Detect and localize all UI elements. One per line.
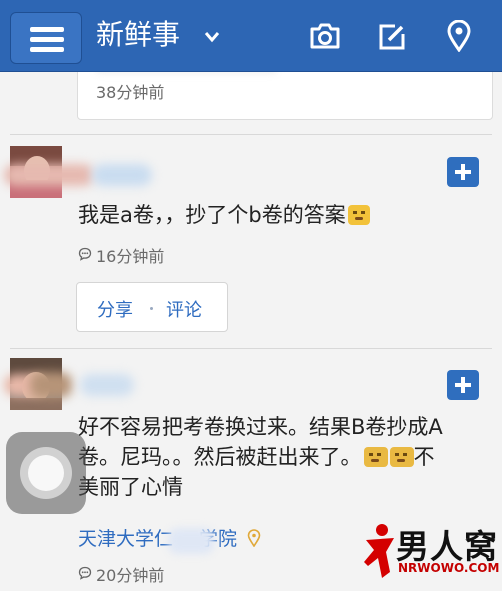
post-meta: 20分钟前 (78, 562, 164, 586)
location-blurred (168, 528, 214, 554)
add-button[interactable] (447, 157, 479, 187)
feed[interactable]: 38分钟前 我是a卷，，抄了个b卷的答案 16分钟前 分享 评论 好不容易把考卷… (0, 72, 502, 591)
location-pin-icon (247, 529, 261, 552)
menu-button[interactable] (10, 12, 82, 64)
comment-button[interactable]: 评论 (166, 296, 202, 322)
watermark-url: NRWOWO.COM (398, 561, 500, 575)
post-text: 好不容易把考卷换过来。结果B卷抄成A 卷。尼玛。。然后被赶出来了。不 美丽了心情 (78, 415, 443, 499)
divider (10, 134, 492, 135)
page-title[interactable]: 新鲜事 (96, 18, 180, 52)
assistive-touch-button[interactable] (6, 432, 86, 514)
chevron-down-icon[interactable] (204, 28, 220, 47)
emoji-icon (347, 205, 370, 225)
share-button[interactable]: 分享 (97, 296, 133, 322)
camera-icon[interactable] (309, 22, 341, 54)
location-pin-icon[interactable] (447, 19, 471, 56)
comment-bubble-icon (78, 246, 92, 265)
post-timestamp: 20分钟前 (96, 566, 165, 585)
username-blurred (92, 164, 152, 186)
top-navigation-bar: 新鲜事 (0, 0, 502, 72)
divider (10, 348, 492, 349)
username-blurred (30, 372, 72, 398)
post-meta: 16分钟前 (78, 243, 164, 267)
edit-icon[interactable] (377, 22, 407, 56)
comment-bubble-icon (78, 565, 92, 584)
previous-post-card: 38分钟前 (77, 72, 493, 120)
username-blurred (80, 374, 134, 396)
add-button[interactable] (447, 370, 479, 400)
post-actions: 分享 评论 (76, 282, 228, 332)
emoji-icon (363, 447, 388, 467)
username-blurred (4, 164, 94, 186)
post-timestamp: 16分钟前 (96, 247, 165, 266)
post-timestamp: 38分钟前 (96, 83, 165, 102)
post-text: 我是a卷，，抄了个b卷的答案 (78, 200, 370, 230)
watermark-logo: 男人窝 NRWOWO.COM (360, 520, 500, 586)
emoji-icon (389, 447, 414, 467)
